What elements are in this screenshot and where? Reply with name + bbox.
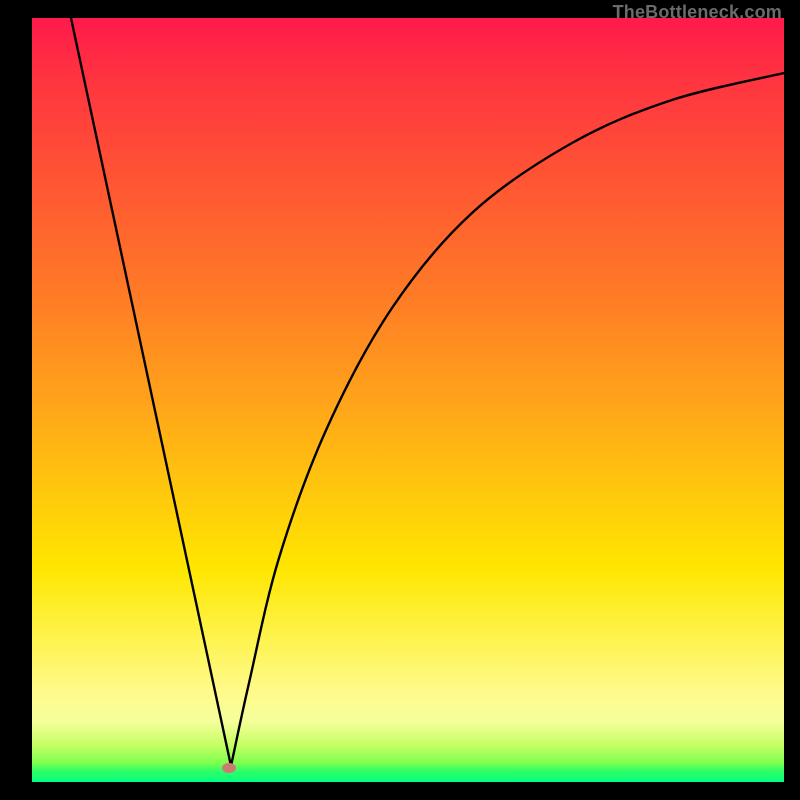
curve-right-branch: [231, 73, 784, 766]
plot-area: [32, 18, 784, 782]
chart-frame: TheBottleneck.com: [0, 0, 800, 800]
bottleneck-curve: [32, 18, 784, 782]
min-point-marker: [222, 763, 236, 773]
curve-left-branch: [71, 18, 231, 766]
